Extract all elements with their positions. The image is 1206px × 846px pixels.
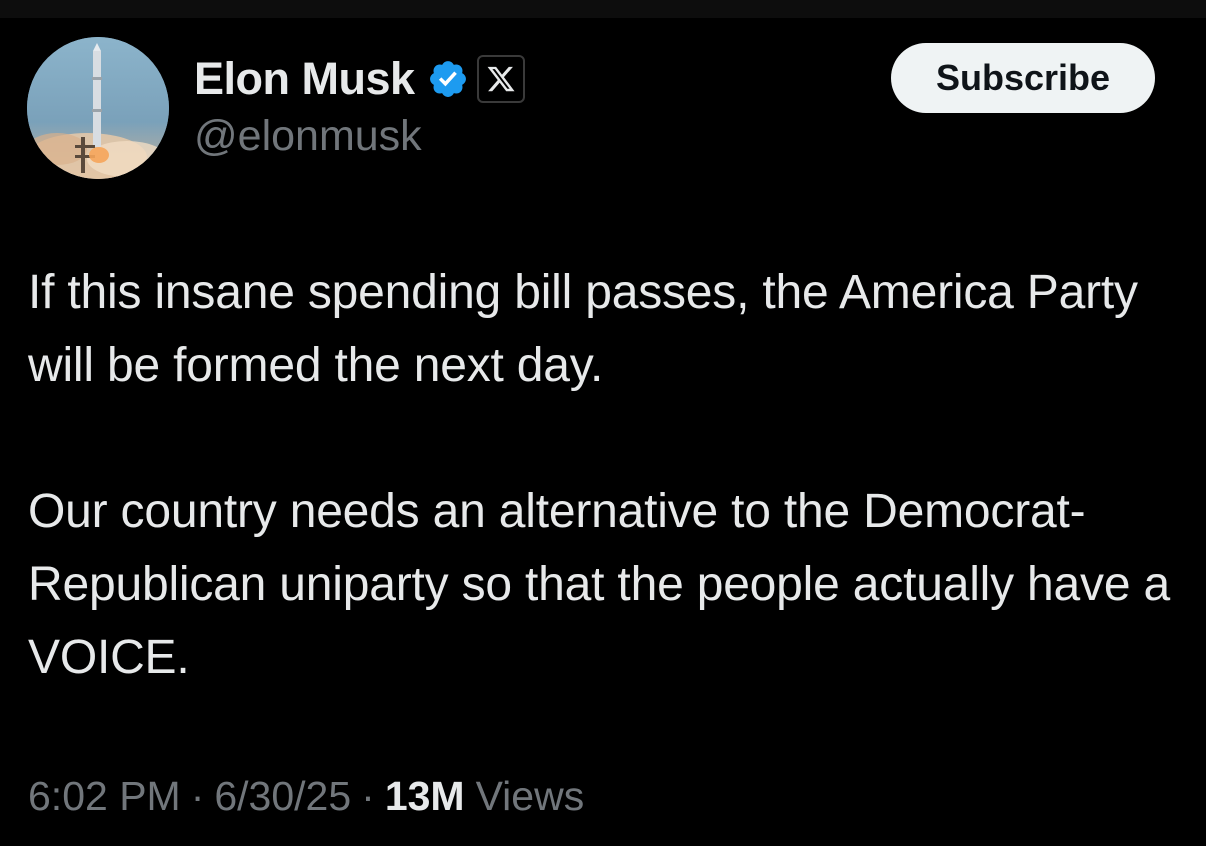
tweet-paragraph: If this insane spending bill passes, the… [28, 266, 1138, 392]
meta-separator: · [361, 773, 375, 819]
x-logo-icon[interactable] [476, 55, 525, 103]
avatar[interactable] [27, 37, 169, 179]
author-display-name[interactable]: Elon Musk [194, 53, 415, 105]
author-handle[interactable]: @elonmusk [194, 112, 422, 161]
top-divider [0, 0, 1206, 18]
rocket-launch-avatar [27, 37, 169, 179]
subscribe-button[interactable]: Subscribe [891, 43, 1155, 113]
views-label[interactable]: Views [476, 773, 585, 820]
tweet-text: If this insane spending bill passes, the… [28, 256, 1178, 694]
tweet-date[interactable]: 6/30/25 [214, 773, 351, 820]
meta-separator: · [190, 773, 205, 819]
verified-check-icon[interactable] [427, 58, 469, 100]
author-name-row: Elon Musk [194, 52, 525, 106]
tweet-paragraph: Our country needs an alternative to the … [28, 485, 1170, 684]
tweet-time[interactable]: 6:02 PM [28, 773, 181, 820]
tweet-meta: 6:02 PM · 6/30/25 · 13M Views [28, 773, 584, 820]
views-count[interactable]: 13M [385, 773, 465, 820]
